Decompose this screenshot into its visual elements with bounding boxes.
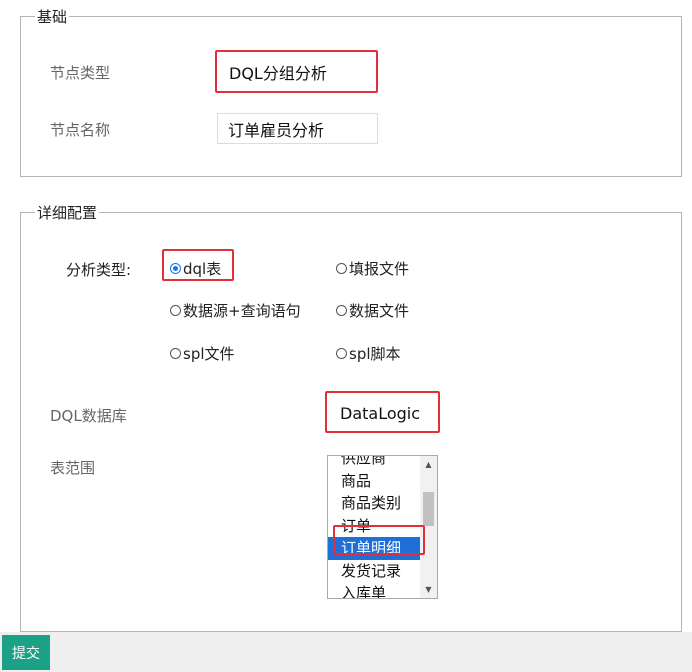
node-name-value: 订单雇员分析 — [228, 120, 325, 140]
scroll-up-arrow-icon[interactable]: ▲ — [420, 456, 437, 473]
selected-table-highlight — [333, 525, 425, 555]
radio-datasource-query[interactable]: 数据源+查询语句 — [170, 300, 301, 321]
basic-legend: 基础 — [37, 8, 68, 26]
list-item[interactable]: 发货记录 — [328, 560, 420, 583]
footer-bar — [0, 632, 692, 672]
list-item[interactable]: 入库单 — [328, 582, 420, 598]
radio-label: 数据文件 — [349, 302, 410, 320]
list-item[interactable]: 商品类别 — [328, 492, 420, 515]
radio-data-file[interactable]: 数据文件 — [336, 300, 409, 321]
node-type-highlight — [215, 50, 378, 93]
radio-label: 填报文件 — [349, 260, 410, 278]
radio-label: spl文件 — [183, 345, 235, 363]
radio-icon[interactable] — [170, 348, 181, 359]
radio-fill-file[interactable]: 填报文件 — [336, 258, 409, 279]
radio-spl-script[interactable]: spl脚本 — [336, 343, 401, 364]
detail-legend: 详细配置 — [37, 204, 98, 222]
radio-label: spl脚本 — [349, 345, 401, 363]
dql-db-label: DQL数据库 — [50, 407, 127, 425]
radio-icon[interactable] — [170, 305, 181, 316]
table-scope-label: 表范围 — [50, 459, 96, 477]
dql-db-highlight — [325, 391, 440, 433]
node-name-label: 节点名称 — [50, 121, 111, 139]
node-type-label: 节点类型 — [50, 64, 111, 82]
radio-label: 数据源+查询语句 — [183, 302, 301, 320]
node-name-input[interactable]: 订单雇员分析 — [217, 113, 378, 144]
radio-icon[interactable] — [336, 348, 347, 359]
scroll-thumb[interactable] — [423, 492, 434, 526]
radio-icon[interactable] — [336, 263, 347, 274]
analysis-type-label: 分析类型: — [66, 261, 132, 279]
list-item[interactable]: 供应商 — [328, 456, 420, 470]
dql-table-highlight — [162, 249, 234, 281]
submit-button[interactable]: 提交 — [2, 635, 50, 670]
scroll-down-arrow-icon[interactable]: ▼ — [420, 581, 437, 598]
radio-icon[interactable] — [336, 305, 347, 316]
list-item[interactable]: 商品 — [328, 470, 420, 493]
radio-spl-file[interactable]: spl文件 — [170, 343, 235, 364]
